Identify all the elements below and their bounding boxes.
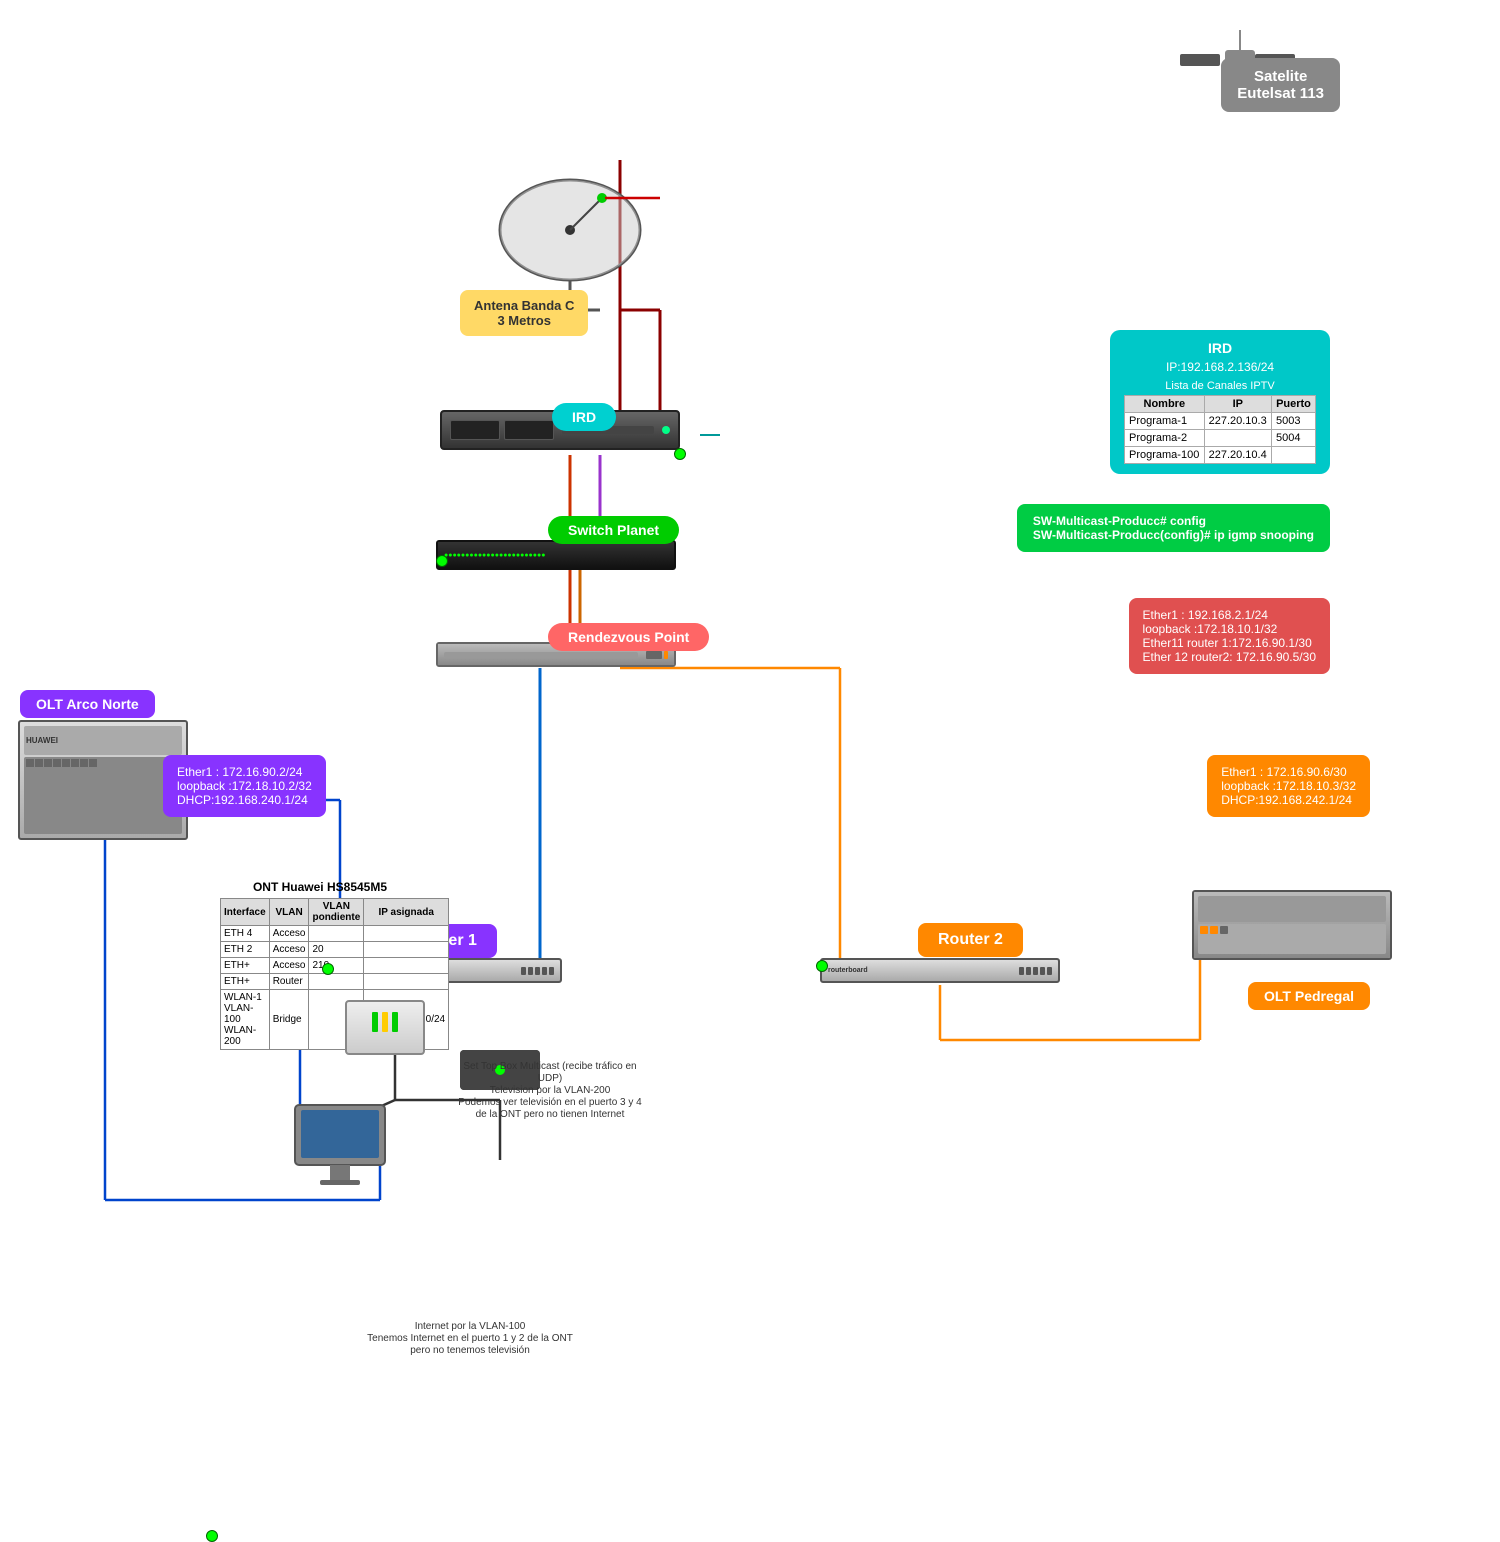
rp-label: Rendezvous Point <box>548 623 709 651</box>
ird-table: Nombre IP Puerto Programa-1 227.20.10.3 … <box>1124 395 1316 464</box>
olt-norte-label: OLT Arco Norte <box>20 690 155 718</box>
router2-green-dot <box>816 960 828 972</box>
antenna-label: Antena Banda C 3 Metros <box>460 290 588 336</box>
internet-text: Internet por la VLAN-100 Tenemos Interne… <box>360 1320 580 1356</box>
switch-green-dot <box>436 555 448 567</box>
ird-info-box: IRD IP:192.168.2.136/24 Lista de Canales… <box>1110 330 1330 474</box>
router1-info: Ether1 : 172.16.90.2/24 loopback :172.18… <box>163 755 326 817</box>
olt-pedregal-device <box>1192 890 1392 960</box>
olt-pedregal-label: OLT Pedregal <box>1248 982 1370 1010</box>
switch-label: Switch Planet <box>548 516 679 544</box>
connection-lines <box>0 0 1500 1422</box>
router2-info: Ether1 : 172.16.90.6/30 loopback :172.18… <box>1207 755 1370 817</box>
ird-green-dot <box>674 448 686 460</box>
router2-device: routerboard <box>820 958 1060 983</box>
satellite-label: Satelite Eutelsat 113 <box>1221 58 1340 112</box>
ird-label: IRD <box>552 403 616 431</box>
ont-device <box>345 1000 425 1055</box>
switch-device: ●●●●●●●●●●●●●●●●●●●●●●●● <box>436 540 676 570</box>
diagram: Satelite Eutelsat 113 Antena Banda C 3 M… <box>0 0 1500 1422</box>
config-box: SW-Multicast-Producc# config SW-Multicas… <box>1017 504 1330 552</box>
olt-norte-green-dot <box>206 1530 218 1542</box>
router1-green-dot <box>322 963 334 975</box>
stb-text: Set Top Box Multicast (recibe tráfico en… <box>450 1060 650 1120</box>
router2-label: Router 2 <box>918 923 1023 957</box>
computer-icon <box>285 1100 395 1200</box>
rp-info-box: Ether1 : 192.168.2.1/24 loopback :172.18… <box>1129 598 1330 674</box>
